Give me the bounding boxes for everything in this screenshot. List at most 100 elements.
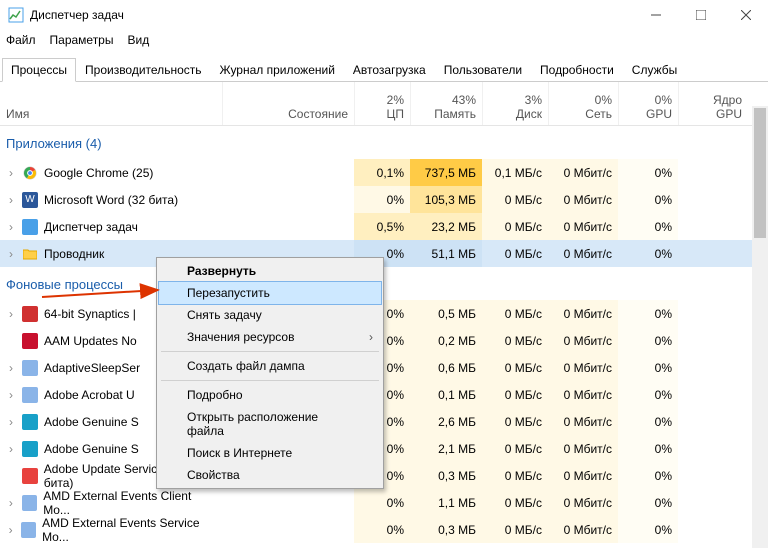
process-name: AAM Updates No [44,334,137,348]
tab-0[interactable]: Процессы [2,58,76,82]
cell-gpu: 0% [618,327,678,354]
chrome-icon [22,165,38,181]
cell-mem: 1,1 МБ [410,489,482,516]
group-bg: Фоновые процессы [0,267,768,300]
process-name: Adobe Genuine S [44,415,139,429]
menu-view[interactable]: Вид [127,33,149,47]
cell-mem: 0,3 МБ [410,516,482,543]
table-row[interactable]: ›Диспетчер задач0,5%23,2 МБ0 МБ/с0 Мбит/… [0,213,768,240]
table-row[interactable]: ›64-bit Synaptics |0%0,5 МБ0 МБ/с0 Мбит/… [0,300,768,327]
col-name[interactable]: Имя [0,82,222,125]
menu-file[interactable]: Файл [6,33,36,47]
context-menu-item[interactable]: Значения ресурсов [159,326,381,348]
col-net[interactable]: 0%Сеть [548,82,618,125]
titlebar: Диспетчер задач [0,0,768,30]
context-menu-item[interactable]: Свойства [159,464,381,486]
taskmgr-icon [8,7,24,23]
cell-disk: 0 МБ/с [482,381,548,408]
tab-1[interactable]: Производительность [76,58,210,82]
table-row[interactable]: Adobe Update Service (32 бита)0%0,3 МБ0 … [0,462,768,489]
table-row[interactable]: ›AMD External Events Service Mo...0%0,3 … [0,516,768,543]
cell-disk: 0 МБ/с [482,516,548,543]
expand-chevron-icon[interactable]: › [6,442,16,456]
table-row[interactable]: ›AdaptiveSleepSer0%0,6 МБ0 МБ/с0 Мбит/с0… [0,354,768,381]
ags-icon [22,441,38,457]
cell-net: 0 Мбит/с [548,186,618,213]
cell-net: 0 Мбит/с [548,516,618,543]
table-row[interactable]: ›WMicrosoft Word (32 бита)0%105,3 МБ0 МБ… [0,186,768,213]
cell-gpu: 0% [618,240,678,267]
minimize-button[interactable] [633,0,678,30]
cell-gpu: 0% [618,354,678,381]
close-button[interactable] [723,0,768,30]
cell-mem: 0,1 МБ [410,381,482,408]
expand-chevron-icon[interactable]: › [6,523,15,537]
col-disk[interactable]: 3%Диск [482,82,548,125]
context-menu-item[interactable]: Поиск в Интернете [159,442,381,464]
expand-chevron-icon[interactable]: › [6,361,16,375]
expand-chevron-icon[interactable]: › [6,193,16,207]
table-row[interactable]: ›Проводник0%51,1 МБ0 МБ/с0 Мбит/с0% [0,240,768,267]
context-menu-item[interactable]: Снять задачу [159,304,381,326]
tab-5[interactable]: Подробности [531,58,623,82]
tab-2[interactable]: Журнал приложений [211,58,344,82]
cell-net: 0 Мбит/с [548,381,618,408]
cell-net: 0 Мбит/с [548,354,618,381]
context-menu-item[interactable]: Развернуть [159,260,381,282]
cell-gpu: 0% [618,159,678,186]
cell-disk: 0 МБ/с [482,327,548,354]
cell-disk: 0 МБ/с [482,354,548,381]
expand-chevron-icon[interactable]: › [6,247,16,261]
cell-net: 0 Мбит/с [548,240,618,267]
expand-chevron-icon[interactable]: › [6,220,16,234]
cell-gpu: 0% [618,462,678,489]
cell-net: 0 Мбит/с [548,159,618,186]
context-menu-item[interactable]: Подробно [159,384,381,406]
context-menu-item[interactable]: Открыть расположение файла [159,406,381,442]
tab-3[interactable]: Автозагрузка [344,58,435,82]
vertical-scrollbar[interactable] [752,106,768,548]
table-row[interactable]: ›Adobe Genuine S0%2,1 МБ0 МБ/с0 Мбит/с0% [0,435,768,462]
expand-chevron-icon[interactable]: › [6,496,16,510]
cell-cpu: 0% [354,186,410,213]
col-gpu[interactable]: 0%GPU [618,82,678,125]
cell-net: 0 Мбит/с [548,408,618,435]
process-name: Adobe Acrobat U [44,388,135,402]
table-row[interactable]: AAM Updates No0%0,2 МБ0 МБ/с0 Мбит/с0% [0,327,768,354]
process-name: Google Chrome (25) [44,166,153,180]
cell-gpu: 0% [618,489,678,516]
table-row[interactable]: ›Adobe Genuine S0%2,6 МБ0 МБ/с0 Мбит/с0% [0,408,768,435]
context-menu-item[interactable]: Создать файл дампа [159,355,381,377]
cell-disk: 0 МБ/с [482,300,548,327]
tm-icon [22,219,38,235]
col-cpu[interactable]: 2%ЦП [354,82,410,125]
context-menu-item[interactable]: Перезапустить [159,282,381,304]
table-row[interactable]: ›AMD External Events Client Mo...0%1,1 М… [0,489,768,516]
cell-gpu: 0% [618,381,678,408]
col-state[interactable]: Состояние [222,82,354,125]
maximize-button[interactable] [678,0,723,30]
tab-4[interactable]: Пользователи [435,58,531,82]
scrollbar-thumb[interactable] [754,108,766,238]
process-name: Проводник [44,247,104,261]
cell-mem: 0,5 МБ [410,300,482,327]
cell-gpu: 0% [618,186,678,213]
col-gpucore[interactable]: Ядро GPU [678,82,748,125]
cell-disk: 0 МБ/с [482,240,548,267]
cell-disk: 0 МБ/с [482,213,548,240]
menu-options[interactable]: Параметры [50,33,114,47]
process-name: AdaptiveSleepSer [44,361,140,375]
expand-chevron-icon[interactable]: › [6,388,16,402]
expand-chevron-icon[interactable]: › [6,415,16,429]
expand-chevron-icon[interactable]: › [6,166,16,180]
process-name: 64-bit Synaptics | [44,307,136,321]
expand-chevron-icon[interactable]: › [6,307,16,321]
table-row[interactable]: ›Adobe Acrobat U0%0,1 МБ0 МБ/с0 Мбит/с0% [0,381,768,408]
table-row[interactable]: ›Google Chrome (25)0,1%737,5 МБ0,1 МБ/с0… [0,159,768,186]
column-headers: Имя Состояние 2%ЦП 43%Память 3%Диск 0%Се… [0,82,768,126]
ags-icon [22,414,38,430]
tab-6[interactable]: Службы [623,58,686,82]
cell-disk: 0 МБ/с [482,408,548,435]
col-mem[interactable]: 43%Память [410,82,482,125]
cell-net: 0 Мбит/с [548,327,618,354]
